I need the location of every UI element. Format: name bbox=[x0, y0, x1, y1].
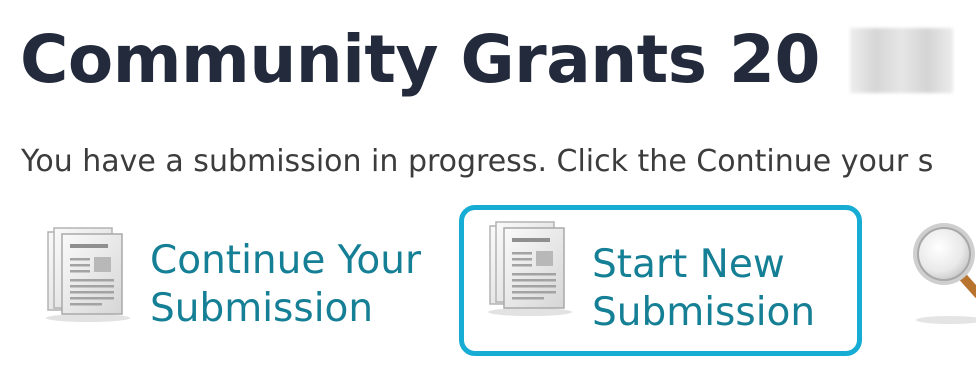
continue-submission-label: Continue Your Submission bbox=[150, 237, 421, 333]
magnifier-icon bbox=[913, 223, 976, 324]
continue-submission-label-line2: Submission bbox=[150, 286, 374, 331]
start-new-submission-label-line2: Submission bbox=[592, 290, 816, 335]
search-submissions-button[interactable] bbox=[910, 214, 976, 334]
document-stack-icon bbox=[46, 227, 130, 322]
start-new-submission-label-line1: Start New bbox=[592, 242, 785, 287]
continue-submission-button[interactable]: Continue Your Submission bbox=[38, 216, 438, 336]
start-new-submission-label: Start New Submission bbox=[592, 241, 815, 337]
intro-text: You have a submission in progress. Click… bbox=[21, 144, 934, 179]
continue-submission-label-line1: Continue Your bbox=[150, 238, 422, 283]
start-new-submission-button[interactable]: Start New Submission bbox=[459, 205, 862, 356]
page-title: Community Grants 20 bbox=[20, 21, 820, 98]
redacted-year-blur bbox=[850, 28, 953, 93]
document-stack-icon bbox=[488, 221, 572, 316]
